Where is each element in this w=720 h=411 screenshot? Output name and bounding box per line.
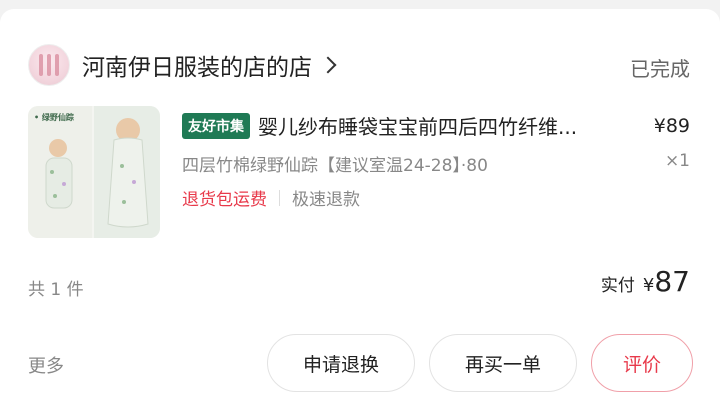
service-fast-refund: 极速退款 <box>292 190 360 210</box>
service-divider <box>279 189 280 206</box>
order-status: 已完成 <box>630 57 690 81</box>
paid-amount: 87 <box>654 265 690 298</box>
product-quantity: ×1 <box>664 151 690 171</box>
product-image-right <box>94 106 160 238</box>
product-spec: 四层竹棉绿野仙踪【建议室温24-28】·80 <box>182 156 488 176</box>
product-spec-row: 四层竹棉绿野仙踪【建议室温24-28】·80 ×1 <box>182 151 690 176</box>
buy-again-button[interactable]: 再买一单 <box>429 334 577 392</box>
store-name[interactable]: 河南伊日服装的店的店 <box>82 48 312 82</box>
store-link[interactable]: 河南伊日服装的店的店 <box>28 37 337 93</box>
paid-total: 实付 ¥ 87 <box>601 265 690 298</box>
paid-currency: ¥ <box>642 275 655 296</box>
more-button[interactable]: 更多 <box>28 352 64 378</box>
refund-exchange-button[interactable]: 申请退换 <box>267 334 415 392</box>
product-title[interactable]: 婴儿纱布睡袋宝宝前四后四竹纤维... <box>258 111 644 140</box>
thumb-tag: • 绿野仙踪 <box>34 113 74 122</box>
baby-sleepsack-image <box>45 139 73 209</box>
service-tags: 退货包运费 极速退款 <box>182 185 360 210</box>
review-button[interactable]: 评价 <box>591 334 693 392</box>
market-badge: 友好市集 <box>182 112 250 139</box>
baby-photo-image <box>107 118 149 228</box>
paid-label: 实付 <box>600 276 635 296</box>
order-card: 河南伊日服装的店的店 已完成 • 绿野仙踪 友好市集 婴儿纱布睡袋宝宝前四后四竹… <box>0 9 720 411</box>
product-thumbnail[interactable]: • 绿野仙踪 <box>28 106 160 238</box>
product-title-row[interactable]: 友好市集 婴儿纱布睡袋宝宝前四后四竹纤维... ¥89 <box>182 111 690 140</box>
chevron-right-icon <box>319 56 337 74</box>
store-avatar <box>28 44 70 86</box>
product-image-left <box>28 106 92 238</box>
service-free-return: 退货包运费 <box>182 190 267 210</box>
product-price: ¥89 <box>653 114 690 137</box>
item-count: 共 1 件 <box>28 280 84 300</box>
